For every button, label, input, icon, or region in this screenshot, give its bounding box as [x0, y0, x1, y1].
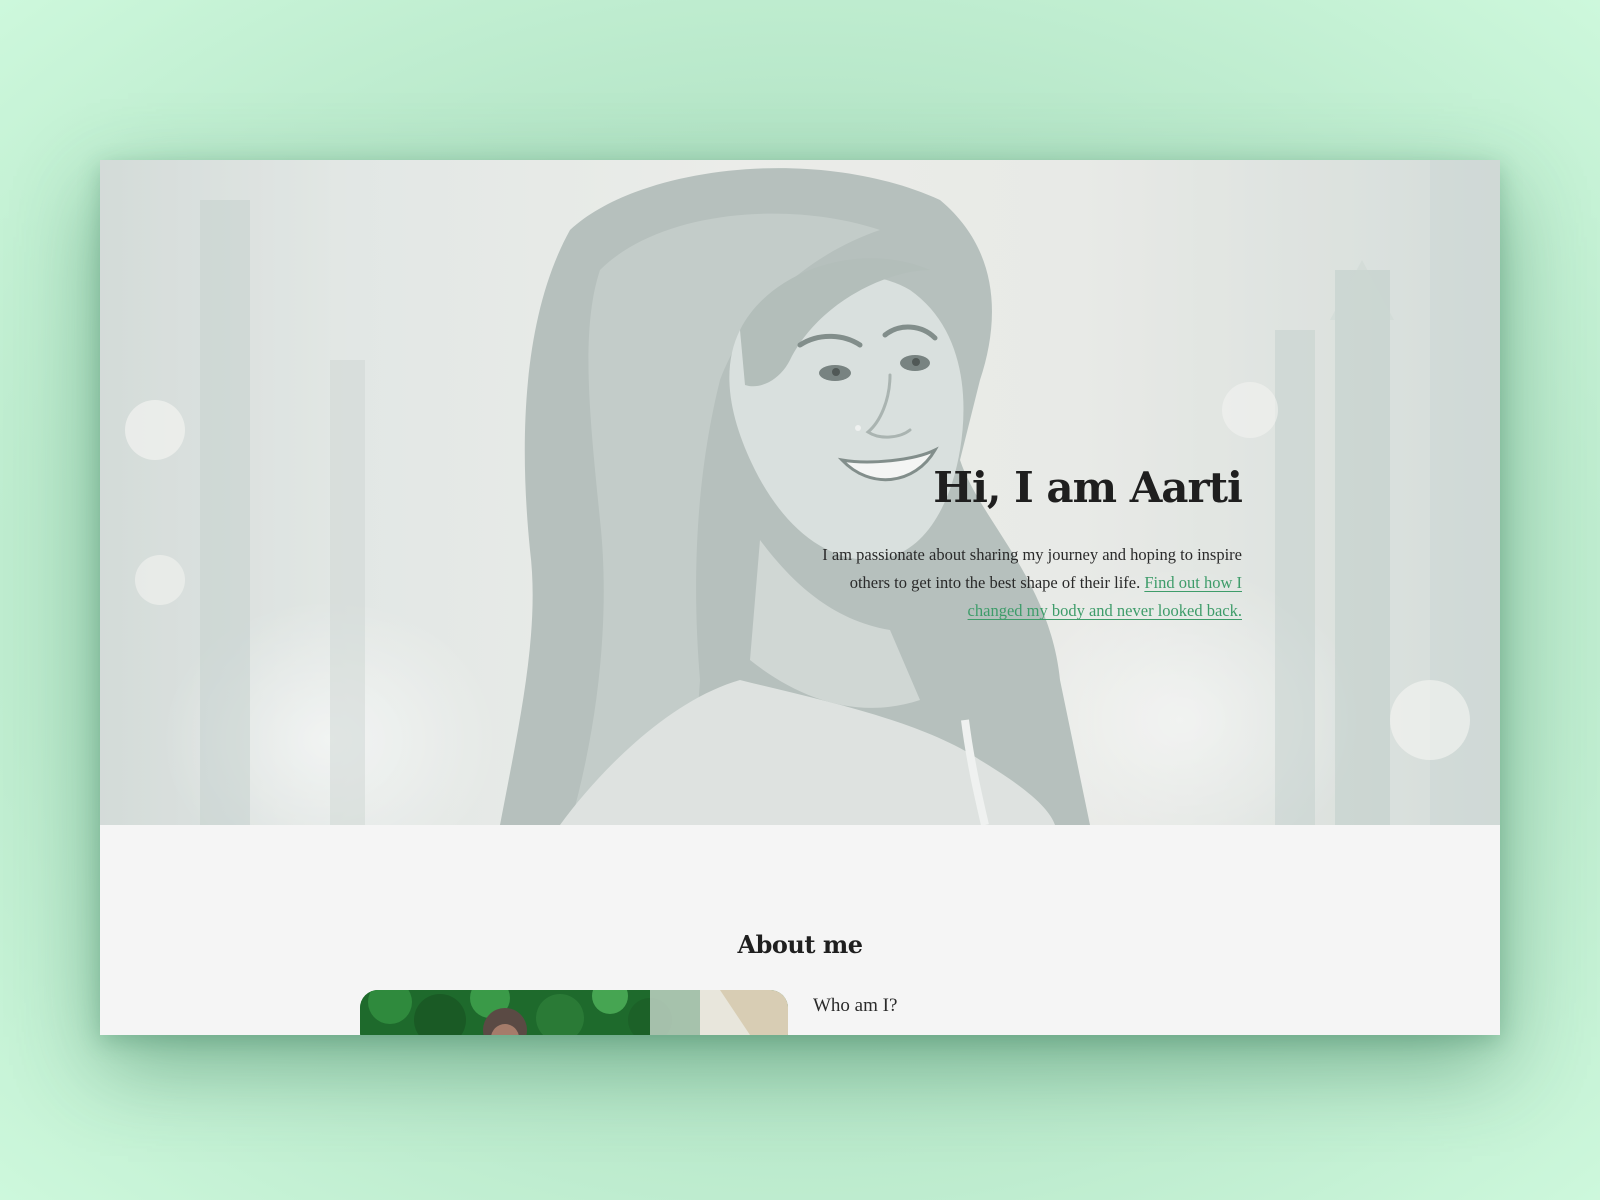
hero-section: Hi, I am Aarti I am passionate about sha…	[100, 160, 1500, 825]
hero-title: Hi, I am Aarti	[933, 463, 1243, 512]
browser-page: Hi, I am Aarti I am passionate about sha…	[100, 160, 1500, 1035]
about-photo-image	[360, 990, 788, 1035]
hero-photo	[100, 160, 1500, 825]
about-photo	[360, 990, 788, 1035]
hero-description: I am passionate about sharing my journey…	[802, 541, 1242, 625]
about-section: About me Who am I?	[100, 825, 1500, 1035]
hero-content: Hi, I am Aarti I am passionate about sha…	[802, 463, 1243, 625]
about-title: About me	[737, 930, 863, 959]
about-question: Who am I?	[813, 995, 898, 1016]
